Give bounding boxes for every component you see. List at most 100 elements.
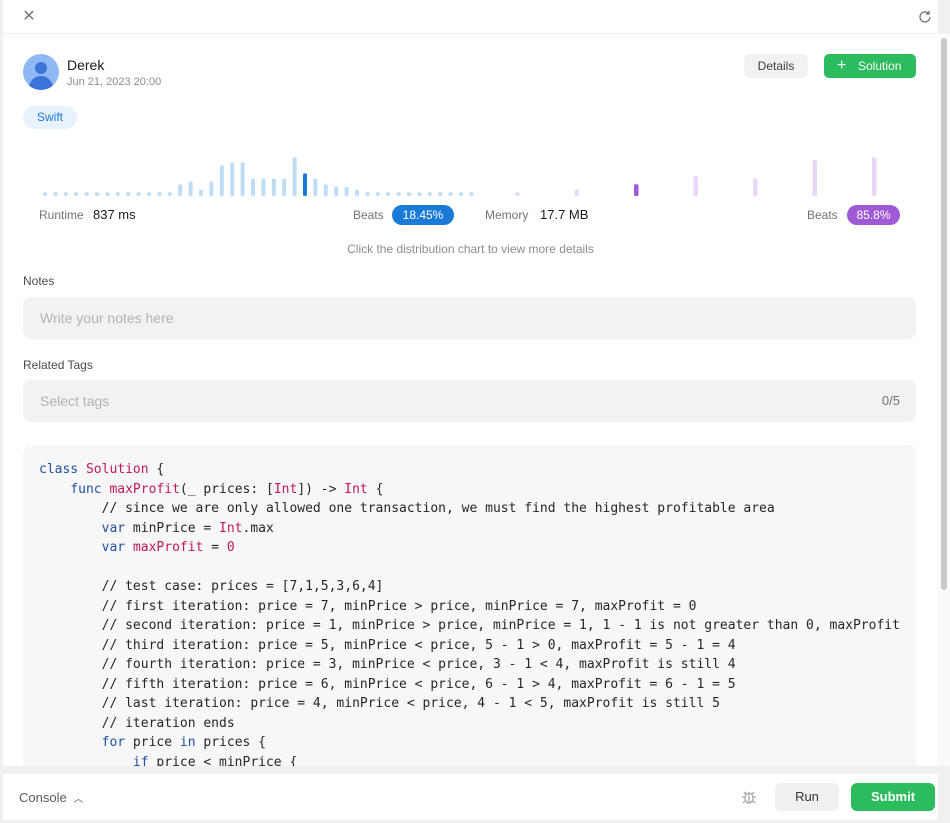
runtime-bar[interactable] xyxy=(240,162,245,196)
runtime-bar[interactable] xyxy=(282,178,287,196)
runtime-bar[interactable] xyxy=(396,192,401,196)
runtime-bar[interactable] xyxy=(230,162,235,196)
code-line: // first iteration: price = 7, minPrice … xyxy=(39,598,697,614)
runtime-bar[interactable] xyxy=(313,178,318,196)
runtime-bar[interactable] xyxy=(157,192,162,196)
memory-beats-badge: 85.8% xyxy=(847,205,900,225)
runtime-bar[interactable] xyxy=(303,173,307,196)
related-tags-label: Related Tags xyxy=(23,358,93,372)
scrollbar-thumb[interactable] xyxy=(941,38,947,590)
code-line: // last iteration: price = 4, minPrice <… xyxy=(39,696,720,711)
code-line: class Solution { xyxy=(39,462,165,477)
panel-topbar: ✕ xyxy=(3,0,938,34)
notes-label: Notes xyxy=(23,274,55,288)
tags-placeholder: Select tags xyxy=(40,393,110,409)
code-line: var minPrice = Int.max xyxy=(101,520,274,536)
code-line: // second iteration: price = 1, minPrice… xyxy=(39,618,900,633)
code-line: if price < minPrice { xyxy=(132,754,298,767)
chevron-up-icon: ︿ xyxy=(73,794,84,805)
runtime-bar[interactable] xyxy=(375,192,380,196)
runtime-bar[interactable] xyxy=(365,192,370,196)
runtime-bar[interactable] xyxy=(448,192,453,196)
notes-input[interactable]: Write your notes here xyxy=(23,297,916,339)
console-label: Console xyxy=(19,790,67,805)
avatar[interactable] xyxy=(23,54,59,90)
submit-button[interactable]: Submit xyxy=(851,783,935,811)
memory-bar[interactable] xyxy=(574,189,580,196)
submission-panel: ✕ Derek Jun 21, 2023 20:00 Details + Sol… xyxy=(3,0,938,766)
runtime-bar[interactable] xyxy=(261,178,266,196)
chart-hint: Click the distribution chart to view mor… xyxy=(347,242,594,256)
code-line: // fourth iteration: price = 3, minPrice… xyxy=(39,657,736,672)
runtime-bar[interactable] xyxy=(147,192,151,196)
runtime-bar[interactable] xyxy=(53,192,58,196)
code-line: // fifth iteration: price = 6, minPrice … xyxy=(39,676,736,692)
bottom-toolbar: Console ︿ Run Submit xyxy=(3,774,938,820)
runtime-beats-badge: 18.45% xyxy=(392,205,454,225)
memory-bar[interactable] xyxy=(812,159,818,196)
runtime-bar[interactable] xyxy=(136,192,141,196)
memory-beats-label: Beats xyxy=(807,208,838,222)
runtime-bar[interactable] xyxy=(115,192,120,196)
details-button[interactable]: Details xyxy=(744,54,808,78)
close-icon[interactable]: ✕ xyxy=(20,8,38,26)
bug-icon[interactable] xyxy=(740,788,758,806)
runtime-bar[interactable] xyxy=(438,192,443,196)
code-line: // iteration ends xyxy=(39,715,235,731)
memory-label: Memory xyxy=(485,208,529,222)
runtime-bar[interactable] xyxy=(209,181,214,197)
scrollbar[interactable] xyxy=(938,34,950,766)
console-toggle[interactable]: Console ︿ xyxy=(19,790,83,805)
code-line: // third iteration: price = 5, minPrice … xyxy=(39,637,736,653)
runtime-bar[interactable] xyxy=(386,192,391,196)
runtime-label: Runtime xyxy=(39,208,84,222)
tags-count: 0/5 xyxy=(881,393,900,408)
runtime-bar[interactable] xyxy=(459,192,463,196)
runtime-bar[interactable] xyxy=(126,192,131,196)
runtime-bar[interactable] xyxy=(344,186,349,196)
solution-label: Solution xyxy=(858,59,902,73)
runtime-bar[interactable] xyxy=(167,192,172,196)
runtime-bar[interactable] xyxy=(271,178,276,196)
runtime-bar[interactable] xyxy=(105,192,110,196)
runtime-bar[interactable] xyxy=(43,192,47,196)
runtime-bar[interactable] xyxy=(334,186,339,196)
runtime-bar[interactable] xyxy=(355,189,359,196)
code-line: var maxProfit = 0 xyxy=(101,540,235,555)
code-block[interactable]: class Solution { func maxProfit(_ prices… xyxy=(23,445,916,766)
runtime-bar[interactable] xyxy=(417,192,422,196)
refresh-icon[interactable] xyxy=(915,7,935,27)
runtime-value: 837 ms xyxy=(93,207,136,222)
username[interactable]: Derek xyxy=(67,57,104,73)
memory-bar[interactable] xyxy=(753,178,758,196)
run-button[interactable]: Run xyxy=(775,783,839,811)
add-solution-button[interactable]: + Solution xyxy=(824,54,916,78)
runtime-beats-label: Beats xyxy=(353,208,384,222)
memory-bar[interactable] xyxy=(634,184,639,196)
submission-date: Jun 21, 2023 20:00 xyxy=(67,76,162,88)
memory-bar[interactable] xyxy=(872,157,877,196)
avatar-body xyxy=(29,76,53,90)
runtime-bar[interactable] xyxy=(95,192,99,196)
runtime-bar[interactable] xyxy=(188,181,193,197)
runtime-bar[interactable] xyxy=(74,192,79,196)
code-line: for price in prices { xyxy=(101,735,267,750)
runtime-bar[interactable] xyxy=(323,184,328,196)
tags-select[interactable]: Select tags 0/5 xyxy=(23,380,916,422)
runtime-bar[interactable] xyxy=(427,192,432,196)
runtime-bar[interactable] xyxy=(469,192,474,196)
code-line: // since we are only allowed one transac… xyxy=(39,501,775,516)
memory-bar[interactable] xyxy=(693,176,699,196)
runtime-bar[interactable] xyxy=(84,192,89,196)
language-tag: Swift xyxy=(23,106,77,129)
distribution-chart[interactable] xyxy=(23,145,918,200)
runtime-bar[interactable] xyxy=(219,165,224,196)
plus-icon: + xyxy=(837,57,847,74)
runtime-bar[interactable] xyxy=(292,157,297,196)
runtime-bar[interactable] xyxy=(407,192,411,196)
runtime-bar[interactable] xyxy=(178,184,183,196)
memory-bar[interactable] xyxy=(515,192,520,196)
runtime-bar[interactable] xyxy=(63,192,68,196)
runtime-bar[interactable] xyxy=(199,189,203,196)
runtime-bar[interactable] xyxy=(251,178,255,196)
